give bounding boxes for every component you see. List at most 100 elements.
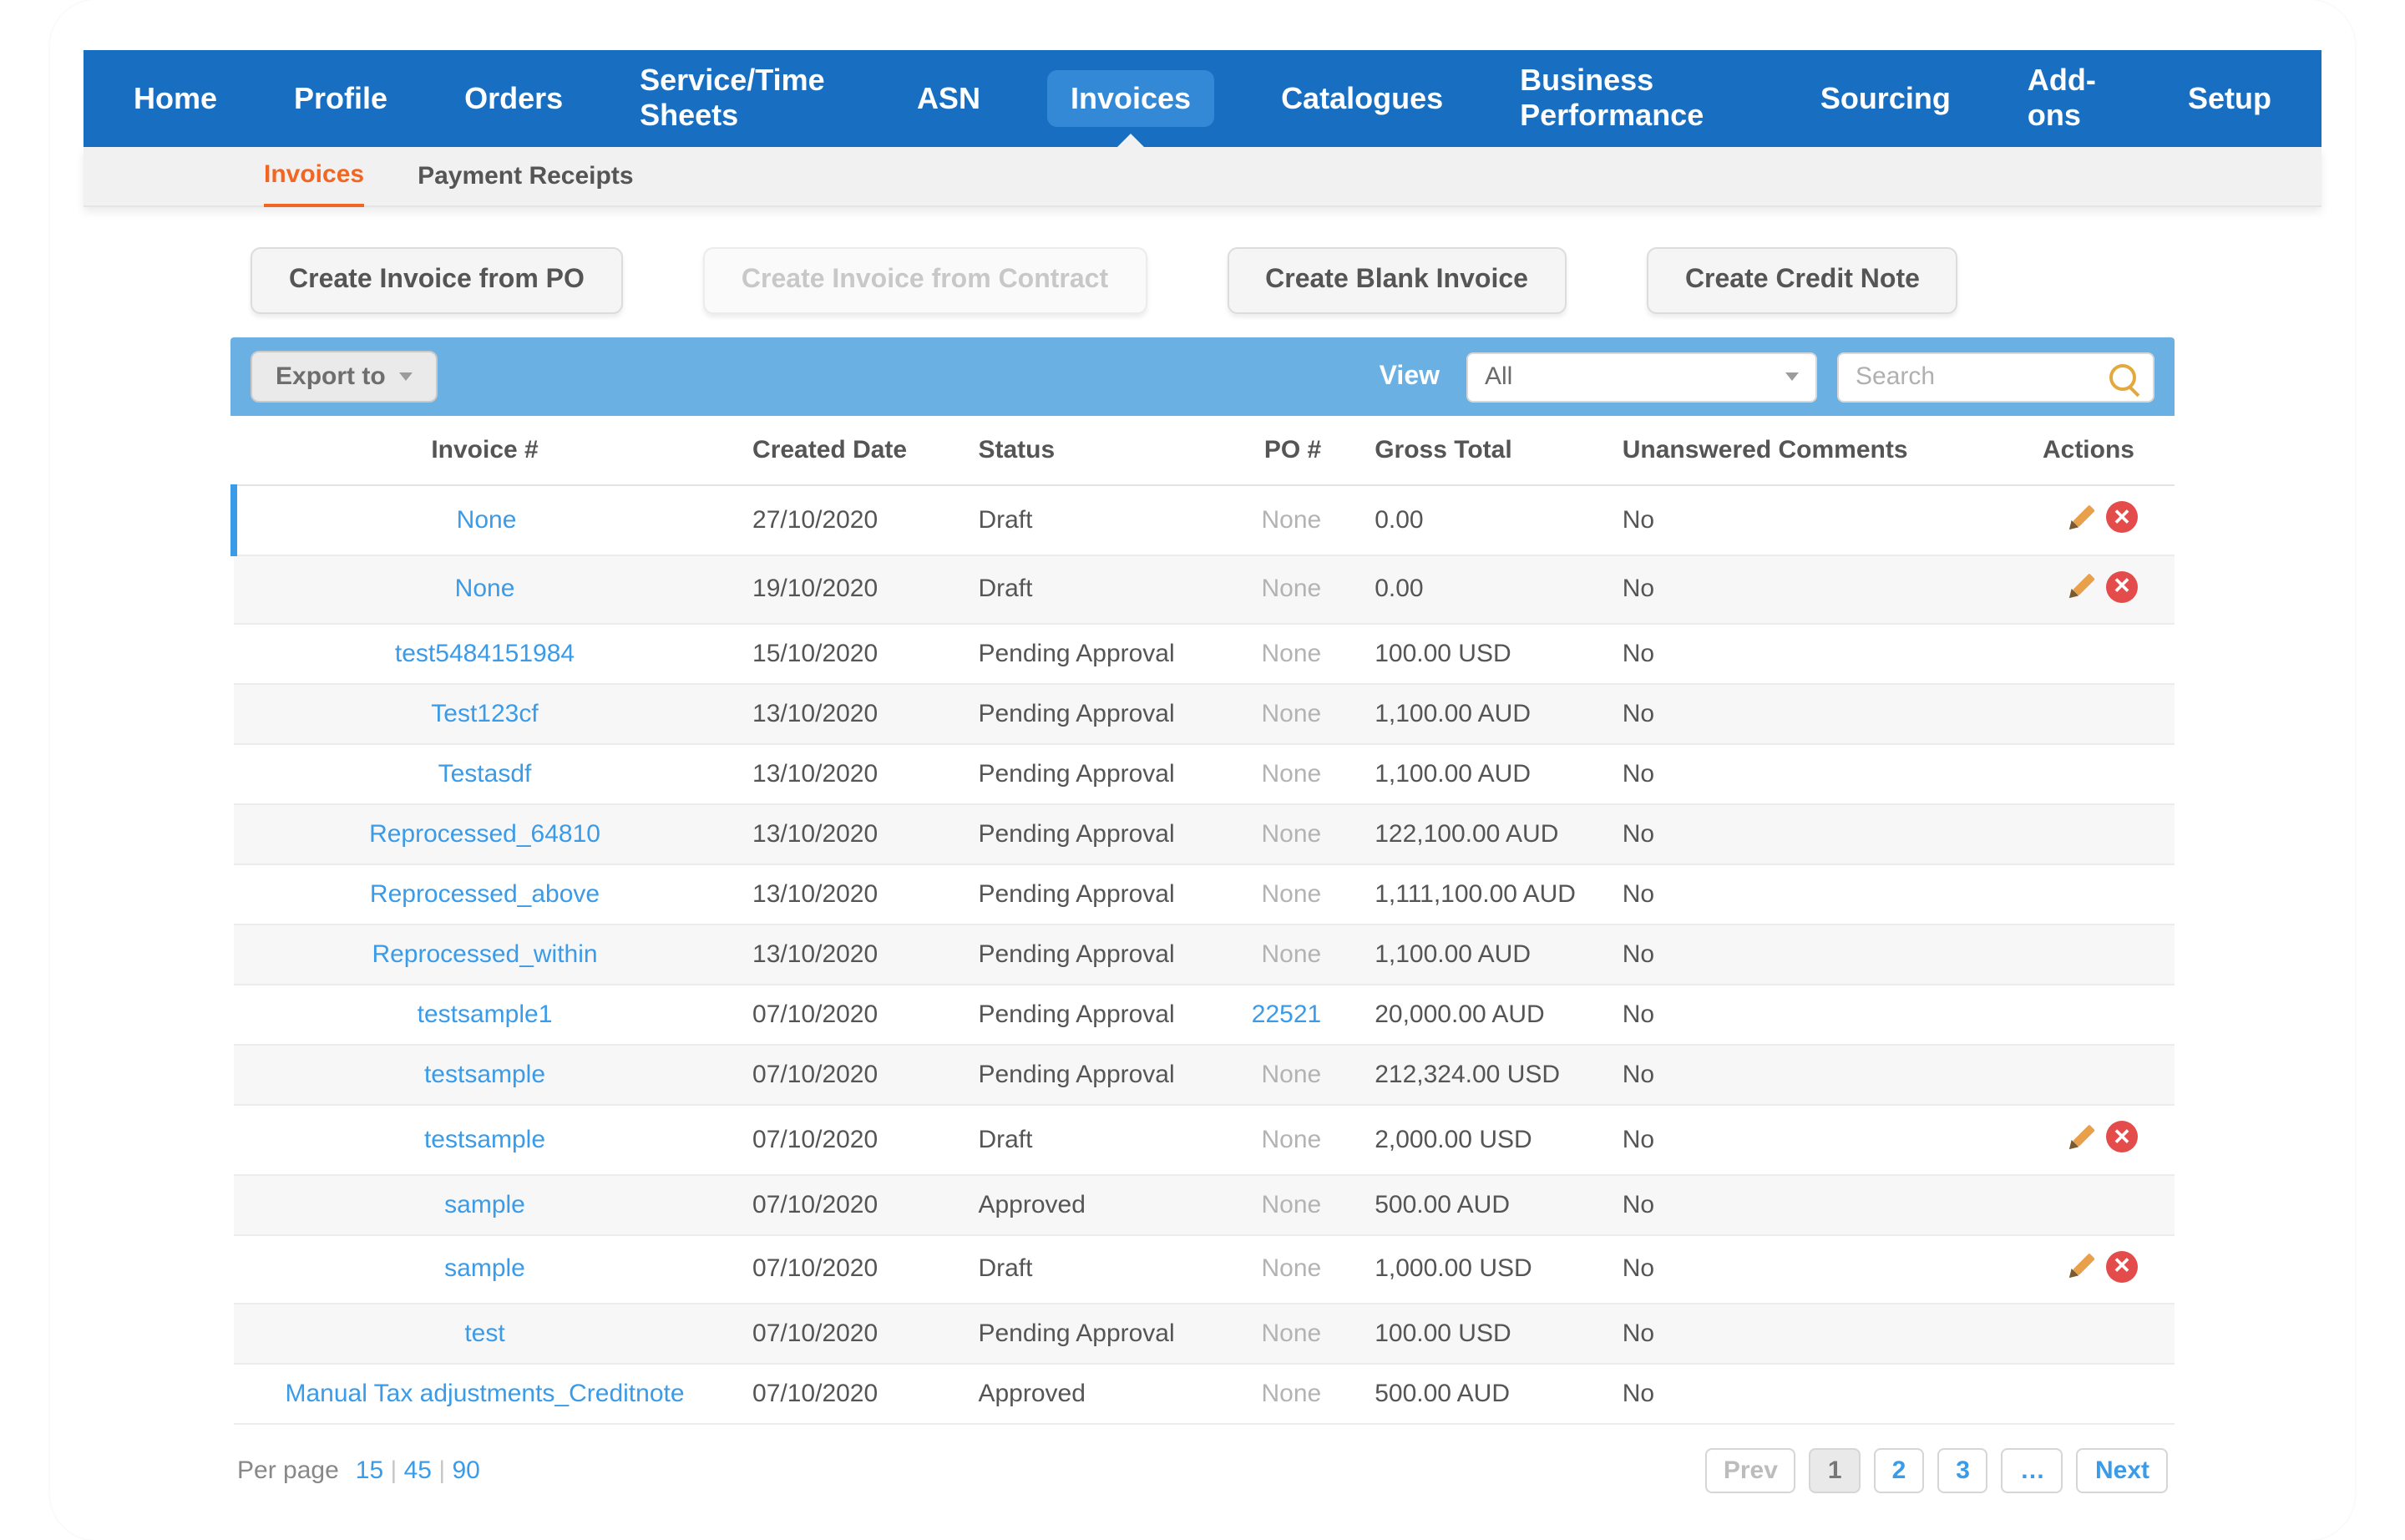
topnav-item-home[interactable]: Home [124,50,227,147]
cell-gross-total: 1,100.00 AUD [1338,684,1606,744]
cell-actions [1991,1045,2175,1105]
col-header-comments[interactable]: Unanswered Comments [1606,416,1991,485]
table-row: Reprocessed_within13/10/2020Pending Appr… [234,925,2175,985]
create-credit-note-button[interactable]: Create Credit Note [1647,247,1958,314]
cell-unanswered-comments: No [1606,1364,1991,1424]
view-selected-value: All [1485,362,1512,391]
edit-icon[interactable] [2060,565,2103,608]
view-select[interactable]: All [1466,352,1817,402]
cell-actions [1991,684,2175,744]
edit-icon[interactable] [2060,1116,2103,1158]
table-row: None27/10/2020DraftNone0.00No✕ [234,485,2175,555]
cell-actions [1991,1304,2175,1364]
cell-unanswered-comments: No [1606,925,1991,985]
cell-status: Pending Approval [961,1045,1229,1105]
cell-created-date: 07/10/2020 [736,1045,961,1105]
invoice-link[interactable]: sample [444,1255,525,1284]
table-row: Reprocessed_6481013/10/2020Pending Appro… [234,804,2175,864]
export-to-button[interactable]: Export to [251,351,438,403]
cell-status: Pending Approval [961,744,1229,804]
cell-status: Pending Approval [961,624,1229,684]
invoice-link[interactable]: None [457,506,517,534]
pager-page-button[interactable]: 1 [1810,1448,1861,1493]
search-box[interactable] [1837,352,2154,402]
topnav-item-sourcing[interactable]: Sourcing [1810,50,1961,147]
invoice-link[interactable]: Reprocessed_above [370,880,600,909]
topnav-item-asn[interactable]: ASN [907,50,990,147]
po-link[interactable]: 22521 [1252,1000,1321,1029]
delete-icon[interactable]: ✕ [2106,501,2138,533]
pager-prev-button[interactable]: Prev [1705,1448,1796,1493]
cell-po: None [1262,940,1322,969]
col-header-invoice[interactable]: Invoice # [234,416,736,485]
col-header-po[interactable]: PO # [1229,416,1338,485]
cell-created-date: 13/10/2020 [736,804,961,864]
search-icon[interactable] [2109,363,2136,390]
invoice-link[interactable]: sample [444,1190,525,1218]
cell-actions: ✕ [1991,555,2175,624]
subtab-payment-receipts[interactable]: Payment Receipts [418,146,633,206]
invoice-link[interactable]: Testasdf [438,760,532,788]
table-row: testsample107/10/2020Pending Approval225… [234,985,2175,1045]
per-page-option[interactable]: 45 [404,1456,432,1485]
invoice-link[interactable]: Test123cf [431,700,538,728]
create-invoice-from-po-button[interactable]: Create Invoice from PO [251,247,623,314]
cell-unanswered-comments: No [1606,744,1991,804]
table-row: sample07/10/2020ApprovedNone500.00 AUDNo [234,1174,2175,1234]
create-blank-invoice-button[interactable]: Create Blank Invoice [1227,247,1567,314]
delete-icon[interactable]: ✕ [2106,570,2138,602]
invoices-table: Invoice # Created Date Status PO # Gross… [230,416,2175,1425]
cell-actions [1991,1174,2175,1234]
topnav-item-orders[interactable]: Orders [454,50,573,147]
cell-status: Pending Approval [961,864,1229,925]
topnav-item-add-ons[interactable]: Add-ons [2018,50,2121,147]
table-row: test548415198415/10/2020Pending Approval… [234,624,2175,684]
cell-gross-total: 20,000.00 AUD [1338,985,1606,1045]
invoice-link[interactable]: Reprocessed_within [372,940,597,969]
col-header-actions: Actions [1991,416,2175,485]
separator: | [432,1456,452,1485]
delete-icon[interactable]: ✕ [2106,1250,2138,1282]
col-header-status[interactable]: Status [961,416,1229,485]
table-toolbar: Export to View All [230,337,2175,416]
topnav-item-profile[interactable]: Profile [284,50,397,147]
pager-page-button[interactable]: 2 [1874,1448,1925,1493]
invoice-link[interactable]: Reprocessed_64810 [369,820,600,849]
topnav-item-catalogues[interactable]: Catalogues [1271,50,1453,147]
per-page-option[interactable]: 15 [356,1456,383,1485]
cell-created-date: 07/10/2020 [736,1304,961,1364]
edit-icon[interactable] [2060,496,2103,539]
topnav-item-service-time-sheets[interactable]: Service/Time Sheets [630,50,850,147]
cell-created-date: 07/10/2020 [736,1234,961,1304]
pager-page-button[interactable]: 3 [1937,1448,1988,1493]
pager-next-button[interactable]: Next [2077,1448,2168,1493]
invoice-link[interactable]: test [464,1320,504,1348]
topnav-item-business-performance[interactable]: Business Performance [1510,50,1754,147]
col-header-gross[interactable]: Gross Total [1338,416,1606,485]
edit-icon[interactable] [2060,1245,2103,1288]
topnav-item-invoices[interactable]: Invoices [1047,70,1214,127]
invoice-link[interactable]: testsample [424,1126,545,1154]
cell-gross-total: 100.00 USD [1338,624,1606,684]
delete-icon[interactable]: ✕ [2106,1121,2138,1152]
cell-status: Approved [961,1364,1229,1424]
invoice-link[interactable]: Manual Tax adjustments_Creditnote [285,1380,684,1408]
cell-po: None [1262,506,1322,534]
search-input[interactable] [1856,362,2089,391]
col-header-created[interactable]: Created Date [736,416,961,485]
invoice-link[interactable]: None [455,575,515,604]
cell-unanswered-comments: No [1606,624,1991,684]
cell-created-date: 07/10/2020 [736,1105,961,1174]
invoice-link[interactable]: testsample1 [418,1000,553,1029]
subtab-invoices[interactable]: Invoices [264,146,364,206]
per-page-controls: Per page 15 | 45 | 90 [237,1456,480,1485]
cell-po: None [1262,575,1322,604]
invoice-link[interactable]: testsample [424,1061,545,1089]
cell-created-date: 13/10/2020 [736,864,961,925]
invoice-link[interactable]: test5484151984 [395,640,575,668]
cell-gross-total: 0.00 [1338,555,1606,624]
cell-gross-total: 2,000.00 USD [1338,1105,1606,1174]
cell-created-date: 13/10/2020 [736,684,961,744]
per-page-option[interactable]: 90 [452,1456,479,1485]
topnav-item-setup[interactable]: Setup [2178,50,2281,147]
